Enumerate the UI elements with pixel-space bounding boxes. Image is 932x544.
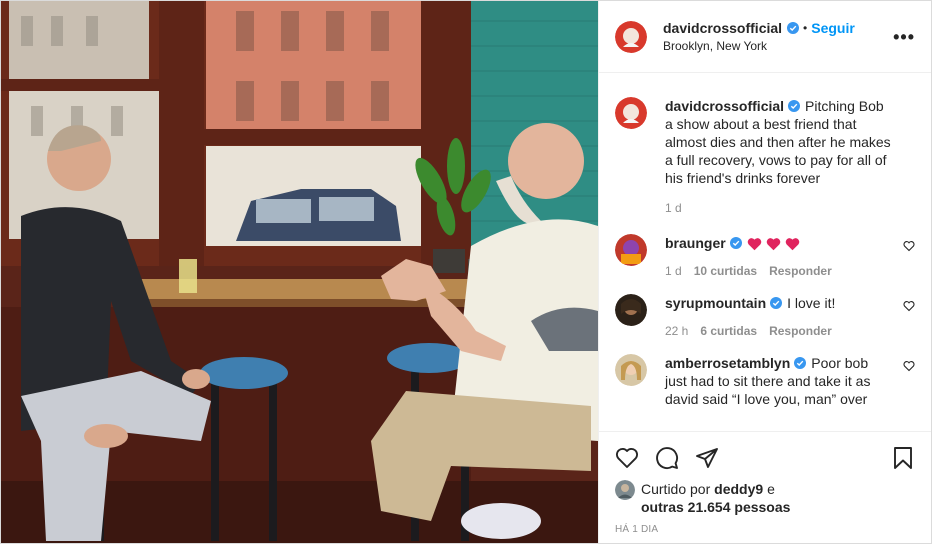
post-location[interactable]: Brooklyn, New York bbox=[663, 39, 855, 53]
comment-username[interactable]: braunger bbox=[665, 235, 726, 251]
like-comment-icon[interactable] bbox=[903, 360, 915, 372]
commenter-avatar[interactable] bbox=[615, 234, 647, 266]
reply-button[interactable]: Responder bbox=[769, 264, 832, 278]
post-photo[interactable] bbox=[1, 1, 598, 543]
caption-avatar[interactable] bbox=[615, 97, 647, 129]
comment-icon[interactable] bbox=[655, 446, 679, 470]
likes-joiner: e bbox=[767, 481, 775, 497]
more-options-icon[interactable]: ••• bbox=[893, 27, 915, 48]
likes-summary: Curtido por deddy9 e outras 21.654 pesso… bbox=[615, 480, 915, 516]
separator-dot: • bbox=[803, 21, 808, 35]
caption-age: 1 d bbox=[665, 201, 682, 215]
likes-prefix: Curtido por bbox=[641, 481, 711, 497]
author-username[interactable]: davidcrossofficial bbox=[663, 20, 782, 36]
comment-likes[interactable]: 10 curtidas bbox=[694, 264, 757, 278]
comment-item: braunger 1 d 10 curtidas Responder bbox=[615, 234, 915, 278]
post-timestamp[interactable]: HÁ 1 DIA bbox=[615, 524, 915, 535]
follow-button[interactable]: Seguir bbox=[811, 20, 855, 36]
comment-age[interactable]: 1 d bbox=[665, 264, 682, 278]
red-hearts-emoji bbox=[747, 237, 800, 251]
author-avatar[interactable] bbox=[615, 20, 647, 53]
like-comment-icon[interactable] bbox=[903, 300, 915, 312]
verified-badge-icon bbox=[787, 22, 800, 34]
post-dialog: davidcrossofficial • Seguir Brooklyn, Ne… bbox=[0, 0, 932, 544]
comment-item: syrupmountain I love it! 22 h 6 curtidas … bbox=[615, 294, 915, 338]
comment-username[interactable]: syrupmountain bbox=[665, 295, 766, 311]
red-heart-icon bbox=[766, 238, 780, 251]
commenter-avatar[interactable] bbox=[615, 294, 647, 326]
likes-others[interactable]: outras 21.654 pessoas bbox=[641, 499, 790, 515]
liker-username[interactable]: deddy9 bbox=[714, 481, 763, 497]
verified-badge-icon bbox=[729, 237, 742, 249]
liker-avatar[interactable] bbox=[615, 480, 635, 500]
comment-username[interactable]: amberrosetamblyn bbox=[665, 355, 790, 371]
verified-badge-icon bbox=[788, 100, 801, 112]
like-icon[interactable] bbox=[615, 446, 639, 470]
verified-badge-icon bbox=[770, 297, 783, 309]
verified-badge-icon bbox=[794, 357, 807, 369]
comments-list: davidcrossofficial Pitching Bob a show ab… bbox=[599, 73, 931, 431]
reply-button[interactable]: Responder bbox=[769, 324, 832, 338]
caption-username[interactable]: davidcrossofficial bbox=[665, 98, 784, 114]
commenter-avatar[interactable] bbox=[615, 354, 647, 386]
red-heart-icon bbox=[785, 238, 799, 251]
comment-text: I love it! bbox=[787, 295, 836, 311]
comment-age[interactable]: 22 h bbox=[665, 324, 688, 338]
share-icon[interactable] bbox=[695, 446, 719, 470]
save-bookmark-icon[interactable] bbox=[891, 446, 915, 470]
post-sidebar: davidcrossofficial • Seguir Brooklyn, Ne… bbox=[598, 1, 931, 543]
post-actions: Curtido por deddy9 e outras 21.654 pesso… bbox=[599, 431, 931, 543]
post-header: davidcrossofficial • Seguir Brooklyn, Ne… bbox=[599, 1, 931, 73]
photo-scene bbox=[1, 1, 598, 543]
comment-likes[interactable]: 6 curtidas bbox=[700, 324, 757, 338]
comment-item: amberrosetamblyn Poor bob just had to sit… bbox=[615, 354, 915, 408]
caption: davidcrossofficial Pitching Bob a show ab… bbox=[615, 73, 915, 215]
like-comment-icon[interactable] bbox=[903, 240, 915, 252]
red-heart-icon bbox=[747, 238, 761, 251]
